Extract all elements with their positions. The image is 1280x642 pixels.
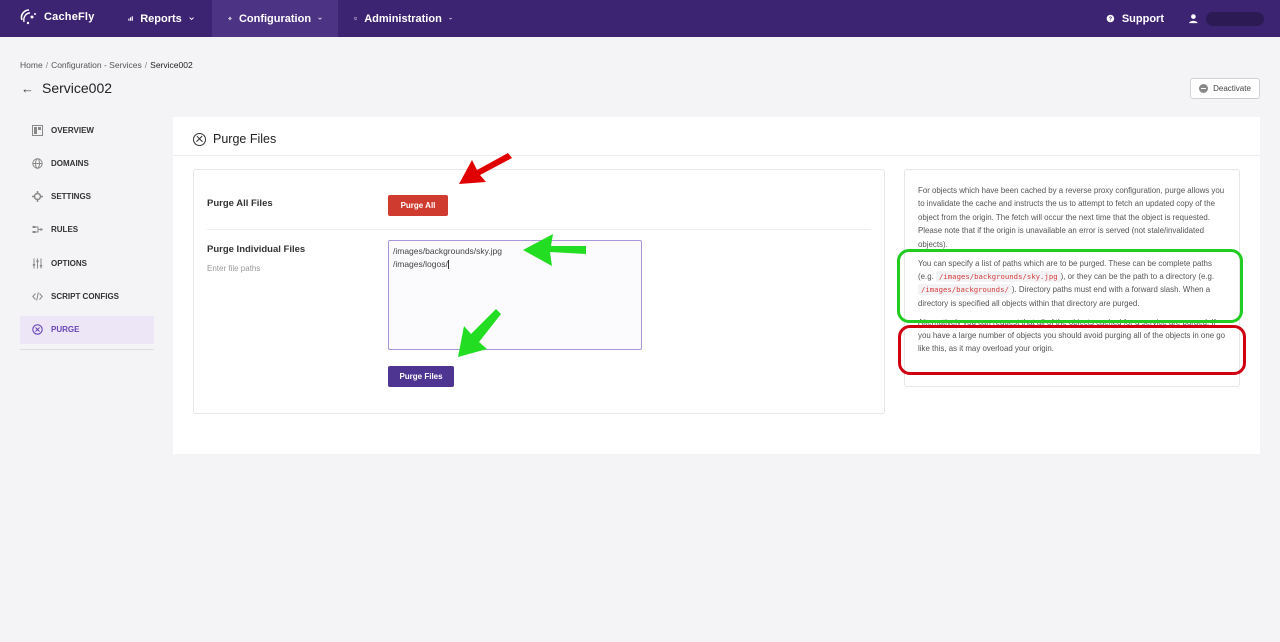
breadcrumb: Home / Configuration - Services / Service002: [20, 60, 193, 70]
sidebar-item-script-configs[interactable]: SCRIPT CONFIGS: [20, 282, 154, 310]
text-caret: [447, 260, 449, 270]
path-line: /images/backgrounds/sky.jpg: [393, 246, 502, 256]
green-highlight-annotation: [897, 249, 1243, 323]
nav-support[interactable]: ? Support: [1090, 0, 1180, 37]
nav-administration-label: Administration: [364, 12, 442, 25]
breadcrumb-current: Service002: [150, 60, 193, 70]
page-title-text: Service002: [42, 80, 113, 96]
file-paths-textarea[interactable]: /images/backgrounds/sky.jpg /images/logo…: [388, 240, 642, 350]
brand-name: CacheFly: [44, 11, 95, 23]
nav-user-menu[interactable]: [1172, 0, 1280, 37]
gear-icon: [228, 16, 232, 21]
chevron-down-icon: [449, 17, 452, 20]
card-divider: [173, 155, 1260, 156]
info-paragraph-1: For objects which have been cached by a …: [918, 186, 1225, 249]
path-line-with-caret: /images/logos/: [393, 258, 637, 271]
rules-icon: [32, 224, 43, 235]
user-name-redacted: [1205, 11, 1264, 26]
purge-form: Purge All Files Purge All Purge Individu…: [193, 169, 885, 414]
path-line: /images/logos/: [393, 259, 448, 269]
nav-reports-label: Reports: [140, 12, 182, 25]
breadcrumb-services[interactable]: Configuration - Services: [51, 60, 142, 70]
card-title-text: Purge Files: [213, 132, 277, 146]
purge-files-button[interactable]: Purge Files: [388, 366, 454, 387]
monitor-icon: [354, 17, 358, 20]
sidebar-item-label: RULES: [51, 225, 79, 235]
code-icon: [32, 291, 43, 302]
gear-icon: [32, 191, 43, 203]
sidebar-item-label: PURGE: [51, 325, 80, 335]
user-icon: [1189, 14, 1198, 24]
nav-configuration-label: Configuration: [238, 12, 312, 25]
sidebar-item-domains[interactable]: DOMAINS: [20, 149, 154, 177]
svg-text:?: ?: [1109, 17, 1113, 23]
purge-individual-hint: Enter file paths: [207, 264, 261, 273]
sidebar-item-options[interactable]: OPTIONS: [20, 249, 154, 277]
sidebar-item-label: SCRIPT CONFIGS: [51, 291, 120, 301]
back-arrow-icon[interactable]: ←: [21, 81, 34, 96]
red-highlight-annotation: [898, 325, 1246, 375]
purge-all-button[interactable]: Purge All: [388, 195, 448, 216]
nav-configuration[interactable]: Configuration: [212, 0, 338, 37]
sidebar-item-settings[interactable]: SETTINGS: [20, 183, 154, 211]
sidebar: OVERVIEW DOMAINS SETTINGS RULES OPTIONS …: [20, 116, 154, 351]
sliders-icon: [32, 258, 43, 269]
sidebar-item-label: OVERVIEW: [51, 125, 94, 135]
sidebar-item-label: DOMAINS: [51, 158, 89, 168]
chevron-down-icon: [189, 17, 194, 21]
help-circle-icon: ?: [1106, 14, 1115, 23]
sidebar-divider: [20, 349, 154, 351]
sidebar-item-overview[interactable]: OVERVIEW: [20, 116, 154, 144]
green-arrow-annotation-button: [458, 309, 501, 357]
deactivate-button[interactable]: Deactivate: [1190, 78, 1260, 99]
sidebar-item-label: SETTINGS: [51, 192, 92, 202]
sidebar-item-purge[interactable]: PURGE: [20, 315, 154, 344]
sidebar-item-rules[interactable]: RULES: [20, 216, 154, 244]
globe-icon: [32, 158, 43, 169]
minus-circle-icon: [1199, 84, 1209, 93]
bar-chart-icon: [128, 16, 133, 21]
page-title: ← Service002: [21, 80, 112, 96]
nav-reports[interactable]: Reports: [112, 0, 210, 37]
cachefly-logo[interactable]: CacheFly: [18, 6, 95, 28]
card-title: Purge Files: [193, 132, 276, 146]
cachefly-logo-icon: [20, 9, 36, 25]
chevron-down-icon: [318, 17, 322, 20]
breadcrumb-home[interactable]: Home: [20, 60, 43, 70]
nav-administration[interactable]: Administration: [338, 0, 468, 37]
top-nav: CacheFly Reports Configuration Administr…: [0, 0, 1280, 37]
x-circle-icon: [193, 132, 206, 146]
green-arrow-annotation-paths: [523, 234, 586, 266]
purge-individual-label: Purge Individual Files: [207, 244, 306, 255]
purge-all-label: Purge All Files: [207, 198, 273, 209]
row-divider: [207, 229, 871, 230]
nav-support-label: Support: [1121, 12, 1164, 25]
grid-icon: [32, 124, 43, 136]
x-circle-icon: [32, 324, 43, 336]
deactivate-label: Deactivate: [1213, 84, 1251, 93]
red-arrow-annotation: [459, 153, 512, 184]
sidebar-item-label: OPTIONS: [51, 258, 88, 268]
